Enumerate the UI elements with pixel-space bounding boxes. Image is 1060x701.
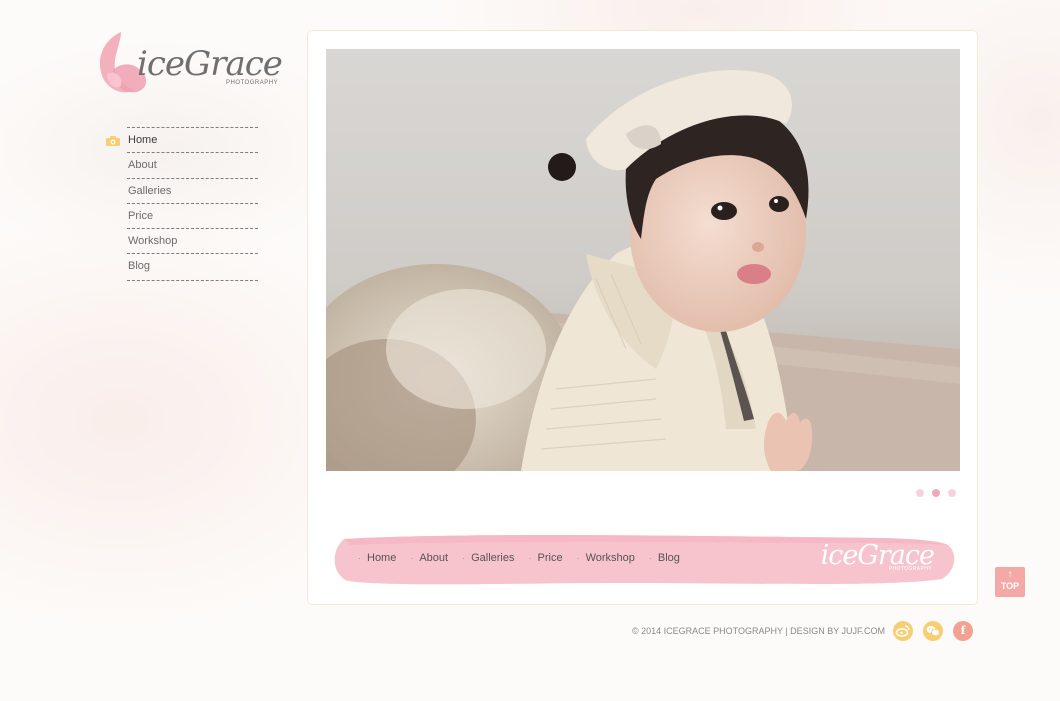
footer-nav-label: Home (367, 552, 397, 564)
sidebar-item-label: Price (128, 209, 154, 222)
footer-nav-label: About (419, 552, 449, 564)
sidebar-item-label: Home (128, 134, 158, 146)
logo-text: iceGrace (137, 44, 283, 84)
copyright-text: © 2014 ICEGRACE PHOTOGRAPHY | DESIGN BY … (632, 626, 886, 636)
sidebar-item-workshop[interactable]: Workshop (106, 228, 258, 254)
arrow-up-icon: ↑ (1007, 569, 1013, 580)
logo-subtitle: PHOTOGRAPHY (226, 80, 279, 86)
back-to-top-button[interactable]: ↑ TOP (995, 567, 1025, 597)
wechat-icon[interactable] (923, 621, 943, 641)
slide-dot-1[interactable] (916, 489, 924, 497)
footer-nav-home[interactable]: · Home (358, 552, 396, 564)
sidebar-item-label: Blog (128, 260, 151, 273)
sidebar-item-label: About (128, 159, 157, 172)
divider (127, 279, 258, 281)
slider-pagination (916, 489, 960, 497)
footer-nav: · Home · About · Galleries · Price · Workshop… (358, 552, 694, 564)
sidebar-nav: Home About Galleries Price Workshop Blog (106, 127, 258, 281)
camera-icon (106, 136, 120, 146)
footer-nav-label: Galleries (471, 552, 515, 564)
sidebar-item-about[interactable]: About (106, 152, 258, 178)
sidebar-item-label: Galleries (128, 184, 172, 197)
slide-dot-3[interactable] (948, 489, 956, 497)
footer-nav-workshop[interactable]: · Workshop (577, 552, 635, 564)
band-logo-subtitle: PHOTOGRAPHY (888, 566, 932, 572)
sidebar-item-label: Workshop (128, 235, 178, 248)
weibo-icon[interactable] (893, 621, 913, 641)
facebook-icon[interactable]: f (953, 621, 973, 641)
sidebar-item-blog[interactable]: Blog (106, 253, 258, 279)
footer-nav-galleries[interactable]: · Galleries (462, 552, 514, 564)
footer-nav-blog[interactable]: · Blog (649, 552, 680, 564)
toddler-photo (326, 49, 960, 471)
footer-nav-price[interactable]: · Price (529, 552, 563, 564)
main-panel: · Home · About · Galleries · Price · Workshop… (307, 30, 978, 605)
footer-nav-label: Price (537, 552, 563, 564)
sidebar-item-price[interactable]: Price (106, 202, 258, 229)
top-button-label: TOP (1000, 581, 1020, 591)
footer-nav-about[interactable]: · About (410, 552, 448, 564)
slider-image[interactable] (326, 49, 960, 471)
footer-nav-label: Blog (657, 552, 680, 564)
site-logo[interactable]: iceGrace PHOTOGRAPHY (93, 30, 283, 100)
sidebar-item-galleries[interactable]: Galleries (106, 177, 258, 204)
footer-nav-label: Workshop (585, 552, 635, 564)
sidebar-item-home[interactable]: Home (106, 127, 258, 153)
slide-dot-2[interactable] (932, 489, 940, 497)
footer-nav-band: · Home · About · Galleries · Price · Workshop… (330, 531, 958, 587)
